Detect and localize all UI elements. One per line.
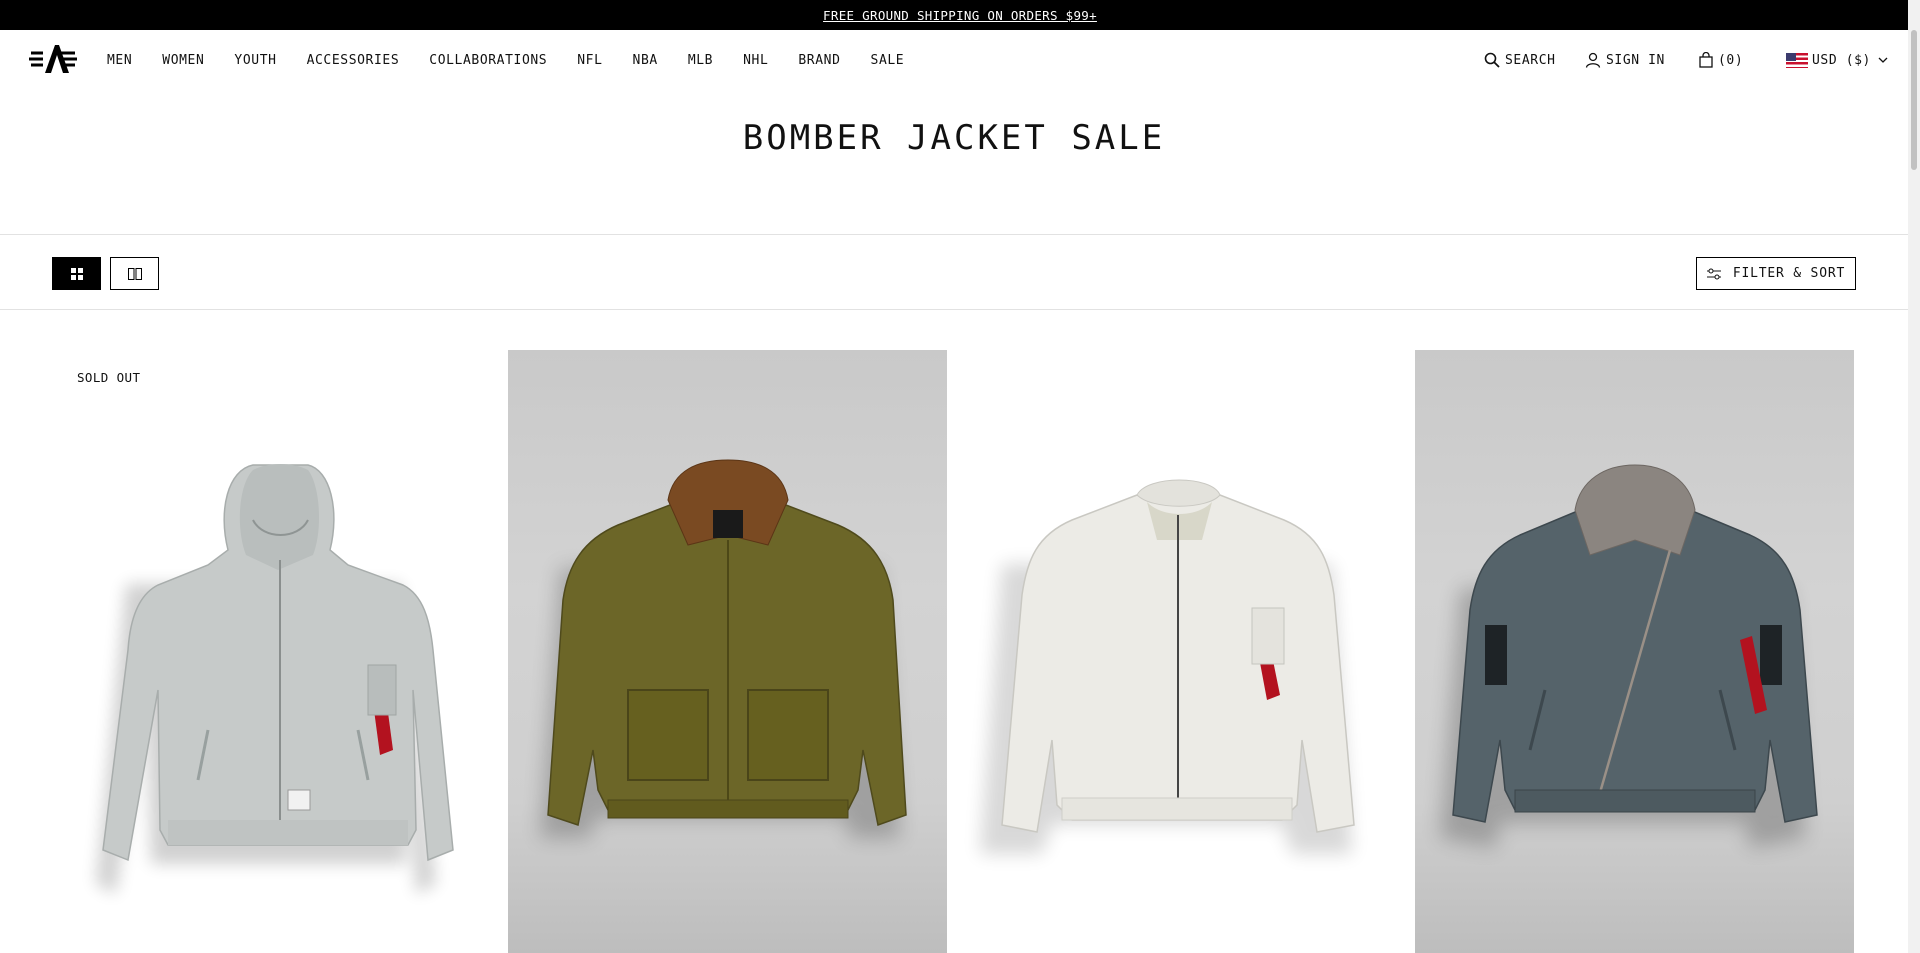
- filter-sort-label: FILTER & SORT: [1732, 266, 1846, 281]
- scrollbar-thumb[interactable]: [1911, 30, 1917, 170]
- chevron-down-icon: [1878, 57, 1888, 63]
- product-card[interactable]: [1415, 350, 1854, 953]
- announcement-link[interactable]: FREE GROUND SHIPPING ON ORDERS $99+: [823, 8, 1097, 23]
- grid-2-icon: [127, 267, 142, 280]
- sign-in-button[interactable]: SIGN IN: [1585, 52, 1665, 68]
- currency-label: USD ($): [1812, 52, 1871, 68]
- shopping-bag-icon: [1699, 52, 1713, 68]
- product-image-hooded-jacket: [96, 464, 454, 894]
- product-image-fur-collar-jacket: [540, 459, 907, 838]
- product-image-ma1-jacket: [980, 479, 1355, 854]
- site-header: MEN WOMEN YOUTH ACCESSORIES COLLABORATIO…: [0, 30, 1908, 90]
- cart-count: (0): [1718, 52, 1744, 68]
- product-grid: SOLD OUT: [0, 350, 1908, 953]
- sliders-icon: [1706, 268, 1721, 279]
- product-image-asym-zip-jacket: [1440, 464, 1818, 848]
- sign-in-label: SIGN IN: [1606, 52, 1665, 68]
- header-utilities: SEARCH SIGN IN (0) USD ($): [0, 30, 1908, 90]
- search-icon: [1484, 52, 1500, 68]
- grid-2-view-button[interactable]: [110, 257, 159, 290]
- grid-4-view-button[interactable]: [52, 257, 101, 290]
- filter-sort-button[interactable]: FILTER & SORT: [1696, 257, 1856, 290]
- currency-selector[interactable]: USD ($): [1786, 52, 1894, 68]
- product-card[interactable]: [508, 350, 947, 953]
- user-icon: [1585, 52, 1601, 68]
- us-flag-icon: [1786, 52, 1808, 68]
- search-label: SEARCH: [1505, 52, 1556, 68]
- page-title: BOMBER JACKET SALE: [742, 118, 1166, 158]
- grid-4-icon: [70, 267, 83, 280]
- cart-button[interactable]: (0): [1699, 52, 1743, 68]
- search-button[interactable]: SEARCH: [1484, 52, 1556, 68]
- product-card[interactable]: [962, 350, 1401, 953]
- page-scrollbar[interactable]: [1908, 0, 1920, 953]
- collection-toolbar: FILTER & SORT: [0, 234, 1908, 310]
- product-card[interactable]: SOLD OUT: [68, 350, 507, 953]
- announcement-bar: FREE GROUND SHIPPING ON ORDERS $99+: [0, 0, 1920, 30]
